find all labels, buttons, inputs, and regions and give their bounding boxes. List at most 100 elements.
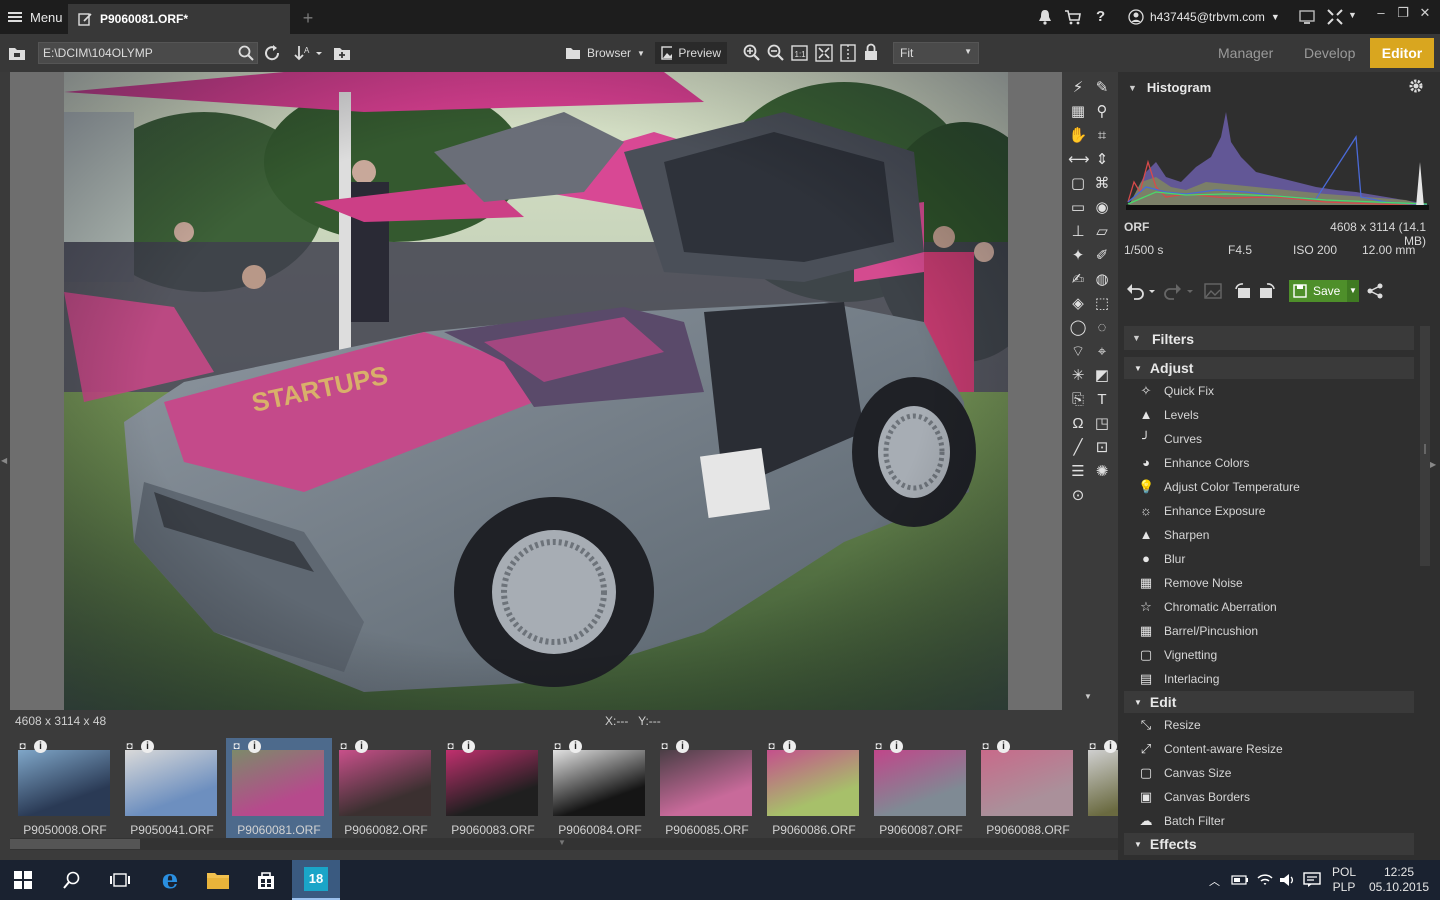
fullscreen-icon[interactable] bbox=[1326, 8, 1344, 26]
chevron-down-icon[interactable]: ▼ bbox=[558, 838, 566, 847]
preview-button[interactable]: Preview bbox=[655, 42, 727, 64]
filter-item[interactable]: ▦ Remove Noise bbox=[1124, 571, 1414, 595]
filmstrip-thumbnail[interactable]: ◘ i P9060082.ORF bbox=[333, 738, 439, 838]
photo-preview[interactable]: STARTUPS bbox=[64, 72, 1008, 710]
new-tab-button[interactable]: + bbox=[298, 8, 318, 28]
color-picker-icon[interactable]: ✎ bbox=[1092, 78, 1112, 98]
crop-icon[interactable]: ⌗ bbox=[1092, 126, 1112, 146]
straighten-icon[interactable]: ⟷ bbox=[1068, 150, 1090, 170]
filter-item[interactable]: ▲ Levels bbox=[1124, 403, 1414, 427]
clock[interactable]: 12:25 05.10.2015 bbox=[1366, 860, 1432, 900]
sort-icon[interactable]: A bbox=[294, 44, 322, 62]
image-canvas[interactable]: STARTUPS bbox=[10, 72, 1062, 710]
info-icon[interactable]: i bbox=[569, 740, 582, 753]
line-icon[interactable]: ╱ bbox=[1068, 438, 1088, 458]
info-icon[interactable]: i bbox=[783, 740, 796, 753]
gradient-select-icon[interactable]: ◩ bbox=[1092, 366, 1112, 386]
magnifier-icon[interactable]: ⚲ bbox=[1092, 102, 1112, 122]
browser-button[interactable]: Browser ▼ bbox=[565, 42, 645, 64]
lock-icon[interactable] bbox=[863, 43, 879, 61]
warp-icon[interactable]: ⌘ bbox=[1092, 174, 1112, 194]
new-folder-icon[interactable] bbox=[333, 45, 351, 61]
search-icon[interactable] bbox=[238, 45, 254, 61]
zoom-out-icon[interactable] bbox=[767, 44, 785, 62]
wifi-icon[interactable] bbox=[1256, 872, 1274, 888]
menu-button[interactable]: Menu bbox=[0, 0, 66, 34]
filter-item[interactable]: ╯ Curves bbox=[1124, 427, 1414, 451]
shape-icon[interactable]: ◳ bbox=[1092, 414, 1112, 434]
actual-size-icon[interactable]: 1:1 bbox=[791, 44, 809, 62]
refresh-icon[interactable] bbox=[263, 44, 281, 62]
filter-item[interactable]: ▢ Canvas Size bbox=[1124, 761, 1414, 785]
paste-icon[interactable]: ⎘ bbox=[1068, 390, 1088, 410]
task-view-icon[interactable] bbox=[110, 872, 130, 888]
effects-section-header[interactable]: ▼ Effects bbox=[1124, 833, 1414, 855]
filmstrip-thumbnail[interactable]: ◘ i P91 bbox=[1082, 738, 1118, 838]
filmstrip-scrollbar[interactable]: ▼ bbox=[10, 838, 1118, 850]
panel-scrollbar[interactable] bbox=[1420, 326, 1430, 566]
info-icon[interactable]: i bbox=[890, 740, 903, 753]
erase-icon[interactable]: ◈ bbox=[1068, 294, 1088, 314]
filters-header[interactable]: ▼ Filters bbox=[1124, 326, 1414, 350]
chevron-down-icon[interactable]: ▼ bbox=[1348, 10, 1357, 20]
image-compare-icon[interactable] bbox=[1204, 282, 1222, 300]
show-hidden-icons-chevron-icon[interactable]: ︿ bbox=[1209, 873, 1220, 889]
eraser-icon[interactable]: ▱ bbox=[1092, 222, 1112, 242]
filmstrip-thumbnail[interactable]: ◘ i P9060087.ORF bbox=[868, 738, 974, 838]
document-tab[interactable]: P9060081.ORF* bbox=[68, 4, 290, 34]
perspective-icon[interactable]: ⇕ bbox=[1092, 150, 1112, 170]
filter-item[interactable]: ⤡ Resize bbox=[1124, 713, 1414, 737]
chevron-down-icon[interactable]: ▼ bbox=[1347, 280, 1359, 302]
filter-item[interactable]: ▲ Sharpen bbox=[1124, 523, 1414, 547]
edge-browser-app[interactable]: e bbox=[146, 860, 194, 900]
tilt-shift-icon[interactable]: ▭ bbox=[1068, 198, 1088, 218]
filter-item[interactable]: ● Blur bbox=[1124, 547, 1414, 571]
battery-icon[interactable] bbox=[1231, 873, 1249, 887]
help-icon[interactable]: ? bbox=[1096, 8, 1114, 26]
save-button[interactable]: Save ▼ bbox=[1289, 280, 1359, 302]
info-icon[interactable]: i bbox=[355, 740, 368, 753]
language-indicator[interactable]: POL PLP bbox=[1330, 860, 1358, 900]
filmstrip-thumbnail[interactable]: ◘ i P9050008.ORF bbox=[12, 738, 118, 838]
left-collapse-strip[interactable]: ◀ bbox=[0, 72, 10, 860]
fit-screen-icon[interactable] bbox=[815, 44, 833, 62]
filmstrip-thumbnail[interactable]: ◘ i P9060088.ORF bbox=[975, 738, 1081, 838]
zoom-in-icon[interactable] bbox=[743, 44, 761, 62]
retouch-icon[interactable]: ✐ bbox=[1092, 246, 1112, 266]
filmstrip-thumbnail[interactable]: ◘ i P9060083.ORF bbox=[440, 738, 546, 838]
volume-icon[interactable] bbox=[1279, 872, 1297, 888]
mode-manager[interactable]: Manager bbox=[1218, 34, 1273, 72]
filter-item[interactable]: ☆ Chromatic Aberration bbox=[1124, 595, 1414, 619]
filter-item[interactable]: ▢ Vignetting bbox=[1124, 643, 1414, 667]
ellipse-select-icon[interactable]: ◯ bbox=[1068, 318, 1088, 338]
maximize-button[interactable]: ❐ bbox=[1392, 4, 1414, 24]
redo-icon[interactable] bbox=[1164, 282, 1194, 300]
monitor-icon[interactable] bbox=[1298, 8, 1316, 26]
zoom-select[interactable]: Fit ▼ bbox=[893, 42, 979, 64]
adjust-section-header[interactable]: ▼ Adjust bbox=[1124, 357, 1414, 379]
store-app[interactable] bbox=[242, 860, 290, 900]
info-icon[interactable]: i bbox=[462, 740, 475, 753]
magnetic-lasso-icon[interactable]: ⌖ bbox=[1092, 342, 1112, 362]
filter-item[interactable]: ▦ Barrel/Pincushion bbox=[1124, 619, 1414, 643]
windows-start-icon[interactable] bbox=[14, 871, 32, 889]
search-icon[interactable] bbox=[63, 871, 81, 889]
histogram-header[interactable]: ▼ Histogram bbox=[1128, 80, 1211, 95]
quick-fix-icon[interactable]: ⚡ bbox=[1068, 78, 1088, 98]
info-icon[interactable]: i bbox=[997, 740, 1010, 753]
file-explorer-app[interactable] bbox=[194, 860, 242, 900]
filter-item[interactable]: ◕ Enhance Colors bbox=[1124, 451, 1414, 475]
minimize-button[interactable]: – bbox=[1370, 4, 1392, 24]
transform-icon[interactable]: ▢ bbox=[1068, 174, 1088, 194]
filmstrip-thumbnail[interactable]: ◘ i P9050041.ORF bbox=[119, 738, 225, 838]
close-button[interactable]: ✕ bbox=[1414, 4, 1436, 24]
red-eye-icon[interactable]: ◉ bbox=[1092, 198, 1112, 218]
filter-item[interactable]: ☼ Enhance Exposure bbox=[1124, 499, 1414, 523]
settings-gear-icon[interactable] bbox=[1408, 78, 1424, 94]
filmstrip-scroll-thumb[interactable] bbox=[10, 839, 140, 849]
info-icon[interactable]: i bbox=[34, 740, 47, 753]
folder-pick-icon[interactable] bbox=[8, 45, 26, 61]
undo-icon[interactable] bbox=[1126, 282, 1156, 300]
polygon-lasso-icon[interactable]: ⌔ bbox=[1068, 342, 1088, 362]
text-icon[interactable]: T bbox=[1092, 390, 1112, 410]
